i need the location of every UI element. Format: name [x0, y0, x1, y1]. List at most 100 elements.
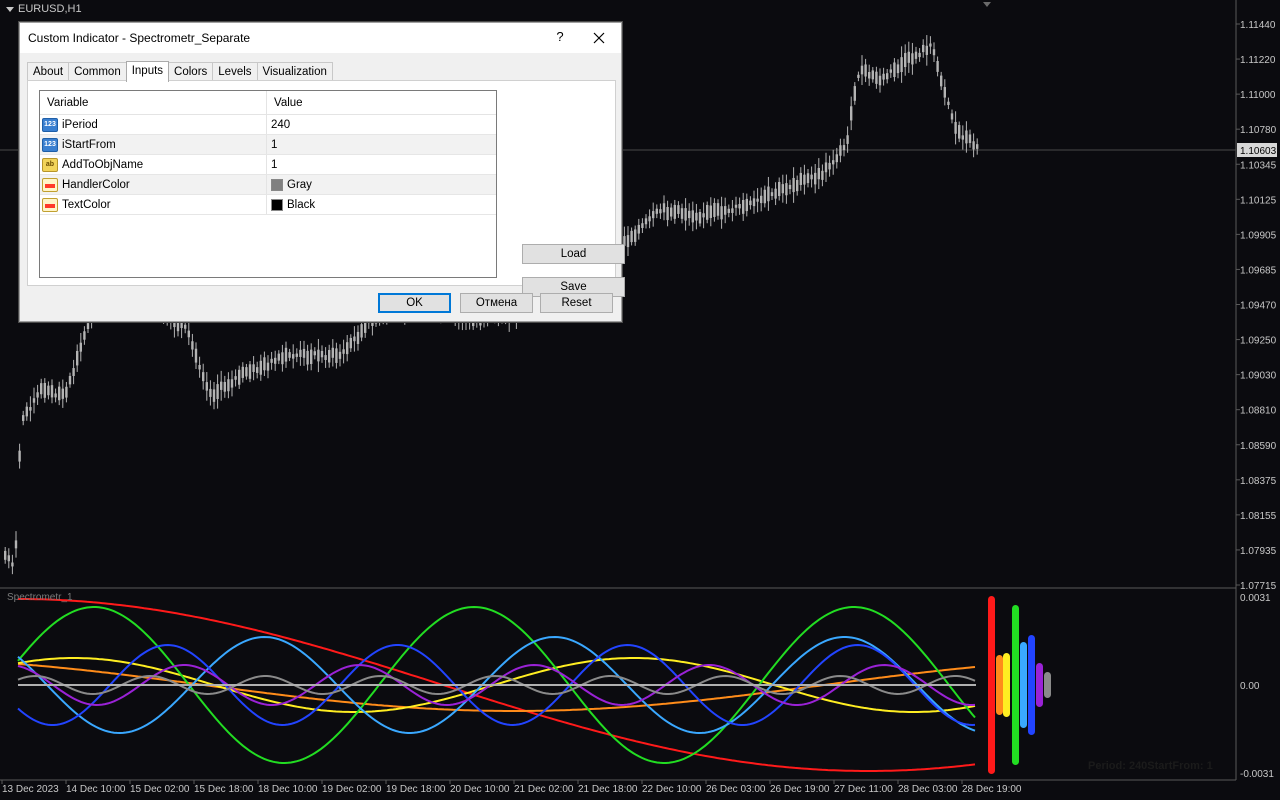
value-cell[interactable]: 240 [267, 115, 290, 134]
price-label: 1.10780 [1240, 125, 1277, 136]
candle-body [252, 364, 255, 372]
candle-body [245, 367, 248, 377]
variable-value: 240 [271, 118, 291, 131]
symbol-label[interactable]: EURUSD,H1 [6, 3, 82, 15]
candle-body [781, 184, 784, 194]
input-row-handlercolor[interactable]: HandlerColor Gray [40, 175, 496, 195]
column-header-variable[interactable]: Variable [40, 91, 267, 114]
candle-body [43, 382, 46, 398]
column-header-value[interactable]: Value [267, 91, 303, 114]
candle-body [878, 75, 882, 86]
color-icon [42, 197, 58, 212]
candle-body [778, 181, 781, 197]
candle-body [266, 362, 270, 371]
candle-body [184, 324, 187, 329]
candle-body [230, 379, 234, 388]
candle-body [806, 173, 810, 184]
time-label: 27 Dec 11:00 [834, 784, 893, 795]
tab-levels[interactable]: Levels [212, 62, 258, 81]
candle-body [954, 121, 957, 134]
candle-body [889, 69, 892, 73]
candle-body [72, 368, 75, 377]
candle-body [238, 369, 241, 385]
dialog-titlebar[interactable]: Custom Indicator - Spectrometr_Separate … [20, 23, 621, 53]
candle-body [860, 65, 864, 75]
input-row-iperiod[interactable]: 123 iPeriod 240 [40, 115, 496, 135]
indicator-axis-label: 0.0031 [1240, 593, 1271, 604]
candle-body [18, 450, 21, 462]
variable-name: TextColor [62, 198, 111, 211]
input-row-textcolor[interactable]: TextColor Black [40, 195, 496, 215]
candle-body [688, 210, 691, 219]
price-label: 1.09470 [1240, 301, 1277, 312]
value-cell[interactable]: 1 [267, 155, 277, 174]
variable-name: AddToObjName [62, 158, 144, 171]
time-label: 26 Dec 19:00 [770, 784, 830, 795]
indicator-overlay-text: Period: 240StartFrom: 1 [1088, 760, 1213, 772]
close-icon[interactable] [588, 27, 610, 49]
candle-body [7, 555, 10, 562]
candle-body [356, 331, 360, 344]
value-cell[interactable]: Gray [267, 175, 312, 194]
input-row-addtoobjname[interactable]: ab AddToObjName 1 [40, 155, 496, 175]
candle-body [338, 351, 342, 359]
cancel-button[interactable]: Отмена [460, 293, 533, 313]
price-label: 1.10125 [1240, 195, 1277, 206]
candle-body [763, 189, 766, 204]
tab-colors[interactable]: Colors [168, 62, 214, 81]
candle-body [886, 73, 889, 80]
tab-inputs[interactable]: Inputs [125, 61, 170, 82]
color-icon [42, 177, 58, 192]
tab-visualization[interactable]: Visualization [256, 62, 333, 81]
price-label: 1.08375 [1240, 476, 1277, 487]
candle-body [29, 407, 32, 411]
help-button[interactable]: ? [550, 29, 570, 47]
candle-body [86, 323, 90, 329]
candle-body [857, 74, 860, 78]
current-price-label: 1.10603 [1240, 146, 1277, 157]
tab-common[interactable]: Common [68, 62, 127, 81]
candle-body [662, 203, 666, 213]
spectrum-bar [1020, 642, 1027, 728]
candle-body [922, 44, 925, 53]
candle-body [58, 386, 61, 401]
load-button[interactable]: Load [522, 244, 625, 264]
candle-body [68, 375, 72, 385]
indicator-title: Spectrometr_1 [7, 592, 73, 603]
price-label: 1.10345 [1240, 160, 1277, 171]
candle-body [65, 386, 68, 398]
input-row-istartfrom[interactable]: 123 iStartFrom 1 [40, 135, 496, 155]
candle-body [810, 174, 813, 180]
candle-body [695, 212, 698, 221]
candle-body [220, 381, 223, 390]
reset-button[interactable]: Reset [540, 293, 613, 313]
candle-body [731, 208, 734, 213]
candle-body [349, 337, 352, 349]
candle-body [706, 204, 709, 220]
chevron-down-icon[interactable] [6, 6, 14, 12]
candle-body [853, 86, 856, 101]
candle-body [32, 398, 36, 403]
candle-body [673, 204, 676, 219]
ok-button[interactable]: OK [378, 293, 451, 313]
price-label: 1.11000 [1240, 90, 1276, 101]
candle-body [317, 349, 320, 362]
candle-body [904, 53, 907, 68]
candle-body [194, 348, 198, 363]
value-cell[interactable]: Black [267, 195, 315, 214]
string-icon: ab [42, 157, 58, 172]
time-label: 19 Dec 02:00 [322, 784, 382, 795]
time-label: 15 Dec 02:00 [130, 784, 190, 795]
tab-about[interactable]: About [27, 62, 70, 81]
spectrum-bar [988, 596, 995, 774]
candle-body [947, 101, 950, 106]
candle-body [328, 350, 331, 363]
candle-body [644, 218, 648, 225]
value-cell[interactable]: 1 [267, 135, 277, 154]
candle-body [634, 229, 637, 242]
variable-cell: 123 iStartFrom [40, 135, 267, 154]
candle-body [79, 342, 82, 352]
price-label: 1.07715 [1240, 581, 1277, 592]
candle-body [54, 393, 57, 398]
candle-body [749, 200, 752, 206]
